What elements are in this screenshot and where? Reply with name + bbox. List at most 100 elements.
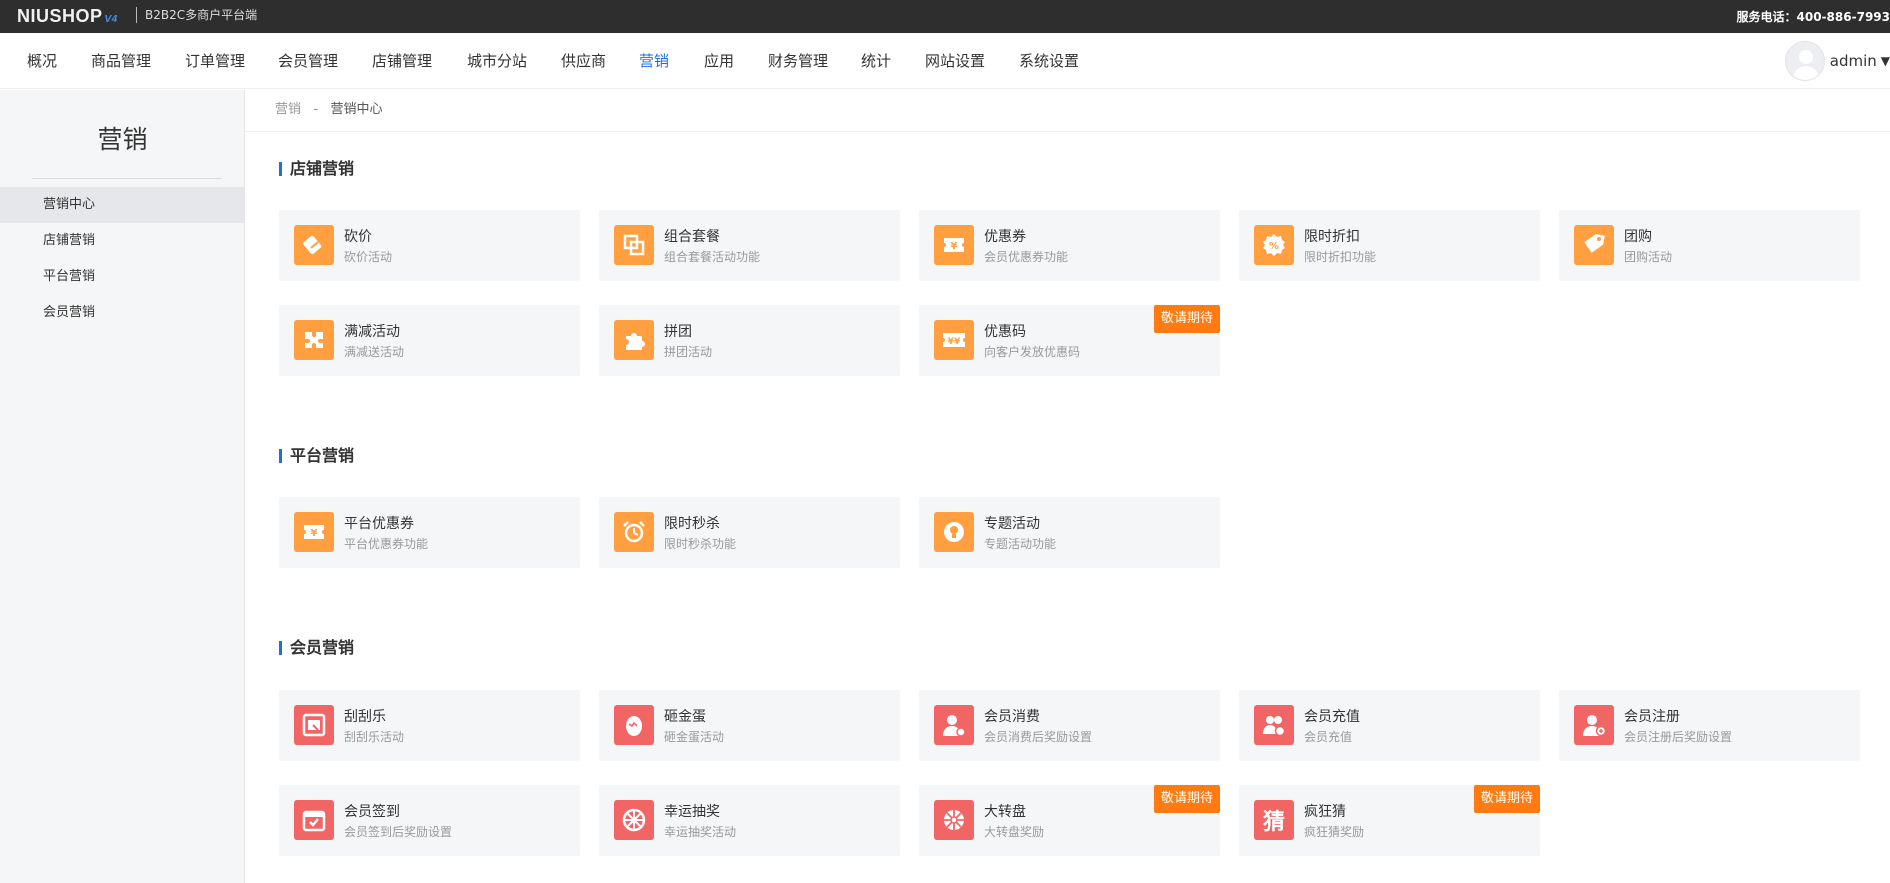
discount-icon: % (1254, 225, 1294, 265)
marketing-card[interactable]: ¥ 平台优惠券 平台优惠券功能 (279, 497, 580, 568)
coming-soon-badge: 敬请期待 (1153, 785, 1220, 813)
service-phone: 服务电话：400-886-7993 (1736, 10, 1890, 24)
member-consume-icon (934, 705, 974, 745)
user-menu[interactable]: admin ▼ (1784, 41, 1890, 81)
card-description: 限时折扣功能 (1304, 250, 1377, 264)
card-title: 组合套餐 (664, 229, 720, 245)
card-title: 满减活动 (344, 324, 400, 340)
card-title: 限时秒杀 (664, 516, 720, 532)
marketing-card[interactable]: 组合套餐组合套餐活动功能 (599, 210, 900, 281)
card-description: 会员充值 (1304, 730, 1353, 744)
nav-item-8[interactable]: 应用 (704, 33, 734, 89)
marketing-card[interactable]: 拼团 拼团活动 (599, 305, 900, 376)
card-description: 会员消费后奖励设置 (984, 730, 1093, 744)
breadcrumb-current: 营销中心 (330, 102, 383, 117)
card-description: 会员签到后奖励设置 (344, 825, 453, 839)
platform-label: B2B2C多商户平台端 (136, 7, 257, 23)
card-description: 向客户发放优惠码 (984, 345, 1081, 359)
marketing-card[interactable]: 会员充值 会员充值 (1239, 690, 1540, 761)
marketing-card[interactable]: 专题活动专题活动功能 (919, 497, 1220, 568)
card-title: 团购 (1624, 229, 1652, 245)
card-description: 会员注册后奖励设置 (1624, 730, 1733, 744)
marketing-card[interactable]: 限时秒杀 限时秒杀功能 (599, 497, 900, 568)
card-description: 组合套餐活动功能 (664, 250, 761, 264)
svg-text:¥: ¥ (951, 241, 958, 252)
card-description: 专题活动功能 (984, 537, 1057, 551)
svg-text:¥¥: ¥¥ (948, 337, 961, 347)
marketing-card[interactable]: ¥¥ 优惠码 向客户发放优惠码 敬请期待 (919, 305, 1220, 376)
card-title: 平台优惠券 (344, 516, 414, 532)
card-title: 砸金蛋 (664, 709, 706, 725)
nav-item-0[interactable]: 概况 (27, 33, 57, 89)
marketing-card[interactable]: 幸运抽奖 幸运抽奖活动 (599, 785, 900, 856)
nav-item-11[interactable]: 网站设置 (925, 33, 985, 89)
card-title: 会员消费 (984, 709, 1040, 725)
breadcrumb-divider (246, 131, 1890, 132)
card-title: 疯狂猜 (1304, 804, 1346, 820)
card-title: 拼团 (664, 324, 692, 340)
card-title: 砍价 (344, 229, 372, 245)
sidebar-item-0[interactable]: 营销中心 (0, 187, 245, 223)
card-title: 限时折扣 (1304, 229, 1360, 245)
egg-icon (614, 705, 654, 745)
marketing-card[interactable]: 砍价 砍价活动 (279, 210, 580, 281)
nav-item-6[interactable]: 供应商 (561, 33, 606, 89)
logo[interactable]: NIUSHOP V4 (17, 6, 118, 27)
sidebar-title: 营销 (97, 125, 148, 154)
caret-down-icon[interactable]: ▼ (1881, 54, 1890, 68)
marketing-card[interactable]: 会员消费会员消费后奖励设置 (919, 690, 1220, 761)
marketing-card[interactable]: 会员注册 会员注册后奖励设置 (1559, 690, 1860, 761)
platform-coupon-icon: ¥ (294, 512, 334, 552)
sidebar-item-3[interactable]: 会员营销 (0, 295, 245, 331)
card-title: 优惠券 (984, 229, 1026, 245)
marketing-card[interactable]: % 限时折扣限时折扣功能 (1239, 210, 1540, 281)
nav-item-7[interactable]: 营销 (639, 33, 669, 89)
breadcrumb-parent[interactable]: 营销 (275, 102, 301, 117)
nav-item-9[interactable]: 财务管理 (768, 33, 828, 89)
marketing-card[interactable]: 大转盘 大转盘奖励 敬请期待 (919, 785, 1220, 856)
coupon-icon: ¥ (934, 225, 974, 265)
marketing-card[interactable]: 刮刮乐 刮刮乐活动 (279, 690, 580, 761)
nav-item-4[interactable]: 店铺管理 (372, 33, 432, 89)
nav-item-12[interactable]: 系统设置 (1019, 33, 1079, 89)
marketing-card[interactable]: 会员签到 会员签到后奖励设置 (279, 785, 580, 856)
card-description: 砸金蛋活动 (664, 730, 725, 744)
puzzle-icon (614, 320, 654, 360)
section-title: 店铺营销 (279, 159, 354, 179)
avatar[interactable] (1784, 41, 1825, 81)
svg-text:¥: ¥ (311, 528, 318, 539)
card-title: 专题活动 (984, 516, 1040, 532)
icon-glyph: 猜 (1262, 810, 1285, 835)
card-description: 拼团活动 (664, 345, 713, 359)
member-register-icon (1574, 705, 1614, 745)
nav-item-5[interactable]: 城市分站 (467, 33, 527, 89)
nav-item-2[interactable]: 订单管理 (185, 33, 245, 89)
groupbuy-tag-icon (1574, 225, 1614, 265)
full-reduction-icon (294, 320, 334, 360)
card-description: 团购活动 (1624, 250, 1673, 264)
card-description: 砍价活动 (344, 250, 393, 264)
nav-item-1[interactable]: 商品管理 (91, 33, 151, 89)
card-description: 大转盘奖励 (984, 825, 1045, 839)
marketing-card[interactable]: ¥ 优惠券会员优惠券功能 (919, 210, 1220, 281)
combo-icon (614, 225, 654, 265)
coupon-code-icon: ¥¥ (934, 320, 974, 360)
username[interactable]: admin (1830, 52, 1877, 70)
bargain-icon (294, 225, 334, 265)
card-description: 刮刮乐活动 (344, 730, 405, 744)
calendar-checkin-icon (294, 800, 334, 840)
member-recharge-icon (1254, 705, 1294, 745)
sidebar-item-2[interactable]: 平台营销 (0, 259, 245, 295)
sidebar-item-1[interactable]: 店铺营销 (0, 223, 245, 259)
breadcrumb: 营销 - 营销中心 (275, 90, 383, 130)
marketing-card[interactable]: 砸金蛋 砸金蛋活动 (599, 690, 900, 761)
nav-item-10[interactable]: 统计 (861, 33, 891, 89)
bulb-icon (934, 512, 974, 552)
marketing-card[interactable]: 团购 团购活动 (1559, 210, 1860, 281)
svg-text:%: % (1269, 241, 1279, 252)
marketing-card[interactable]: 猜 疯狂猜 疯狂猜奖励 敬请期待 (1239, 785, 1540, 856)
card-description: 满减送活动 (344, 345, 405, 359)
card-description: 会员优惠券功能 (984, 250, 1069, 264)
marketing-card[interactable]: 满减活动 满减送活动 (279, 305, 580, 376)
nav-item-3[interactable]: 会员管理 (278, 33, 338, 89)
